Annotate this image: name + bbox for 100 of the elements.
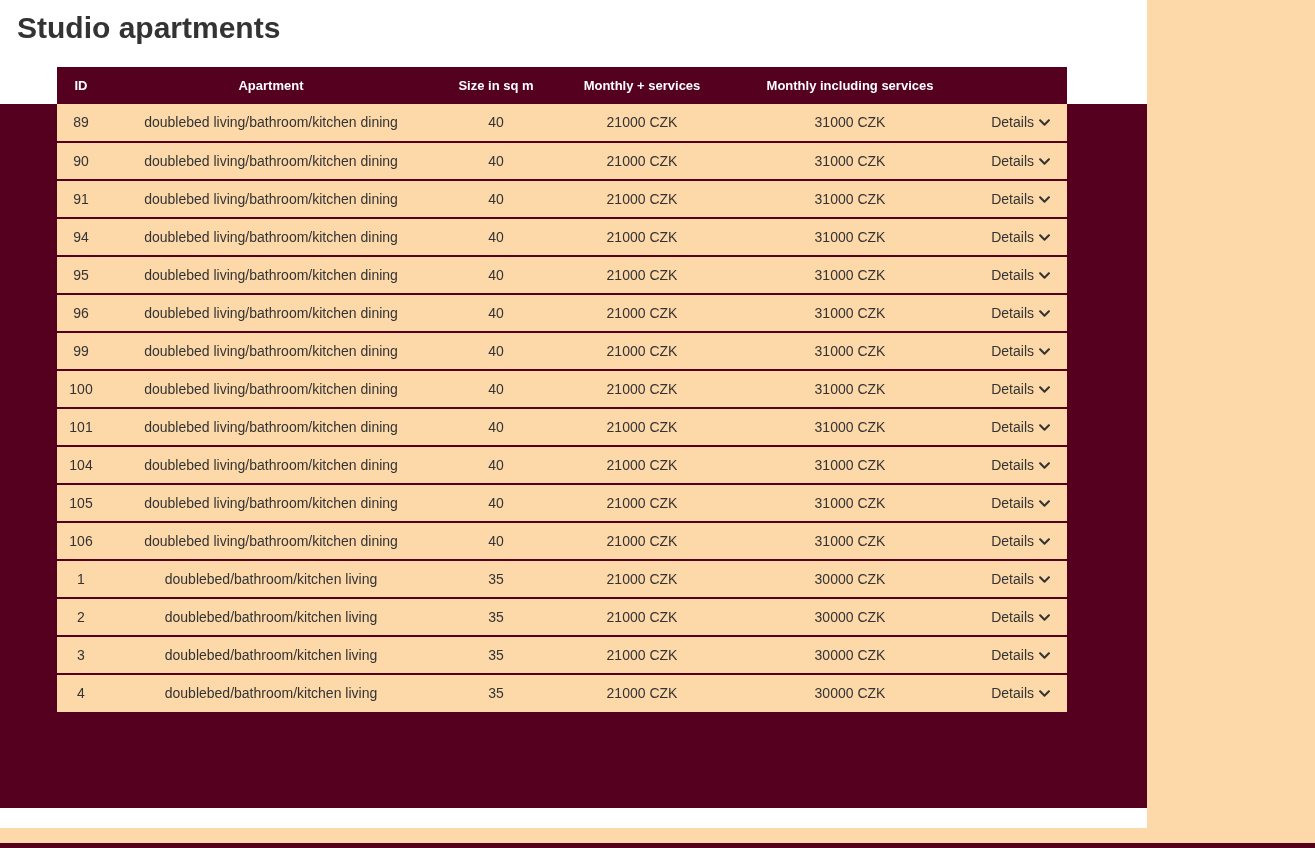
table-cell: 101 xyxy=(57,408,105,446)
table-cell: 35 xyxy=(437,560,555,598)
details-button[interactable]: Details xyxy=(991,340,1051,362)
table-cell: doublebed living/bathroom/kitchen dining xyxy=(105,370,437,408)
table-cell: 40 xyxy=(437,332,555,370)
table-cell: doublebed living/bathroom/kitchen dining xyxy=(105,180,437,218)
table-cell: doublebed living/bathroom/kitchen dining xyxy=(105,294,437,332)
column-header: Size in sq m xyxy=(437,67,555,104)
table-cell: doublebed living/bathroom/kitchen dining xyxy=(105,484,437,522)
details-button[interactable]: Details xyxy=(991,644,1051,666)
table-cell: 40 xyxy=(437,142,555,180)
table-cell: 40 xyxy=(437,256,555,294)
column-header: Monthly including services xyxy=(729,67,971,104)
details-button[interactable]: Details xyxy=(991,492,1051,514)
table-cell: 105 xyxy=(57,484,105,522)
table-cell: 35 xyxy=(437,674,555,712)
table-cell: 21000 CZK xyxy=(555,446,729,484)
table-cell: 40 xyxy=(437,218,555,256)
table-cell: 104 xyxy=(57,446,105,484)
table-cell: doublebed/bathroom/kitchen living xyxy=(105,598,437,636)
details-button[interactable]: Details xyxy=(991,188,1051,210)
table-cell: 31000 CZK xyxy=(729,218,971,256)
table-cell: doublebed living/bathroom/kitchen dining xyxy=(105,408,437,446)
table-cell: doublebed living/bathroom/kitchen dining xyxy=(105,522,437,560)
details-button[interactable]: Details xyxy=(991,416,1051,438)
table-cell: 90 xyxy=(57,142,105,180)
table-cell: doublebed living/bathroom/kitchen dining xyxy=(105,332,437,370)
table-cell: 21000 CZK xyxy=(555,408,729,446)
table-cell: doublebed/bathroom/kitchen living xyxy=(105,674,437,712)
details-button[interactable]: Details xyxy=(991,568,1051,590)
table-cell: 95 xyxy=(57,256,105,294)
table-cell: 40 xyxy=(437,408,555,446)
table-cell: 94 xyxy=(57,218,105,256)
details-button[interactable]: Details xyxy=(991,264,1051,286)
details-button[interactable]: Details xyxy=(991,606,1051,628)
table-cell: 40 xyxy=(437,446,555,484)
table-cell: 21000 CZK xyxy=(555,218,729,256)
details-button[interactable]: Details xyxy=(991,683,1051,704)
table-cell: 30000 CZK xyxy=(729,598,971,636)
table-cell: 21000 CZK xyxy=(555,180,729,218)
table-cell: 30000 CZK xyxy=(729,560,971,598)
table-cell: 31000 CZK xyxy=(729,446,971,484)
table-cell: 2 xyxy=(57,598,105,636)
table-cell: 35 xyxy=(437,636,555,674)
table-cell: 31000 CZK xyxy=(729,180,971,218)
page-title: Studio apartments xyxy=(17,10,281,46)
details-button[interactable]: Details xyxy=(991,226,1051,248)
details-button[interactable]: Details xyxy=(991,530,1051,552)
table-cell: 100 xyxy=(57,370,105,408)
table-cell: 31000 CZK xyxy=(729,332,971,370)
details-button[interactable]: Details xyxy=(991,378,1051,400)
table-cell: 91 xyxy=(57,180,105,218)
table-cell: 40 xyxy=(437,180,555,218)
table-cell: 106 xyxy=(57,522,105,560)
table-cell: 31000 CZK xyxy=(729,104,971,142)
table-cell: 89 xyxy=(57,104,105,142)
chevron-down-icon xyxy=(1038,116,1051,129)
table-cell: 31000 CZK xyxy=(729,408,971,446)
table-cell: doublebed living/bathroom/kitchen dining xyxy=(105,446,437,484)
table-cell: 21000 CZK xyxy=(555,636,729,674)
table-cell: 21000 CZK xyxy=(555,104,729,142)
table-cell: 21000 CZK xyxy=(555,674,729,712)
table-cell: doublebed/bathroom/kitchen living xyxy=(105,636,437,674)
table-cell: 35 xyxy=(437,598,555,636)
table-cell: doublebed living/bathroom/kitchen dining xyxy=(105,142,437,180)
table-cell: 40 xyxy=(437,484,555,522)
table-cell: 40 xyxy=(437,104,555,142)
table-cell: 3 xyxy=(57,636,105,674)
table-cell: doublebed/bathroom/kitchen living xyxy=(105,560,437,598)
column-header: ID xyxy=(57,67,105,104)
table-cell: 21000 CZK xyxy=(555,370,729,408)
table-cell: 21000 CZK xyxy=(555,294,729,332)
table-cell: 21000 CZK xyxy=(555,522,729,560)
table-cell: 21000 CZK xyxy=(555,598,729,636)
table-cell: 31000 CZK xyxy=(729,294,971,332)
table-cell: 21000 CZK xyxy=(555,484,729,522)
table-cell: 1 xyxy=(57,560,105,598)
table-cell: 96 xyxy=(57,294,105,332)
table-cell: doublebed living/bathroom/kitchen dining xyxy=(105,218,437,256)
details-button[interactable]: Details xyxy=(991,112,1051,133)
table-cell: 31000 CZK xyxy=(729,256,971,294)
details-button[interactable]: Details xyxy=(991,302,1051,324)
table-cell: 99 xyxy=(57,332,105,370)
column-header: Monthly + services xyxy=(555,67,729,104)
table-cell: 21000 CZK xyxy=(555,256,729,294)
details-button[interactable]: Details xyxy=(991,150,1051,172)
table-cell: 40 xyxy=(437,370,555,408)
table-cell: 30000 CZK xyxy=(729,674,971,712)
table-cell: 21000 CZK xyxy=(555,142,729,180)
table-cell: 4 xyxy=(57,674,105,712)
details-button[interactable]: Details xyxy=(991,454,1051,476)
table-cell: 40 xyxy=(437,522,555,560)
table-cell: 30000 CZK xyxy=(729,636,971,674)
table-cell: 40 xyxy=(437,294,555,332)
column-header: Apartment xyxy=(105,67,437,104)
table-cell: 31000 CZK xyxy=(729,522,971,560)
chevron-down-icon xyxy=(1038,687,1051,700)
table-cell: doublebed living/bathroom/kitchen dining xyxy=(105,256,437,294)
table-cell: doublebed living/bathroom/kitchen dining xyxy=(105,104,437,142)
table-cell: 21000 CZK xyxy=(555,560,729,598)
